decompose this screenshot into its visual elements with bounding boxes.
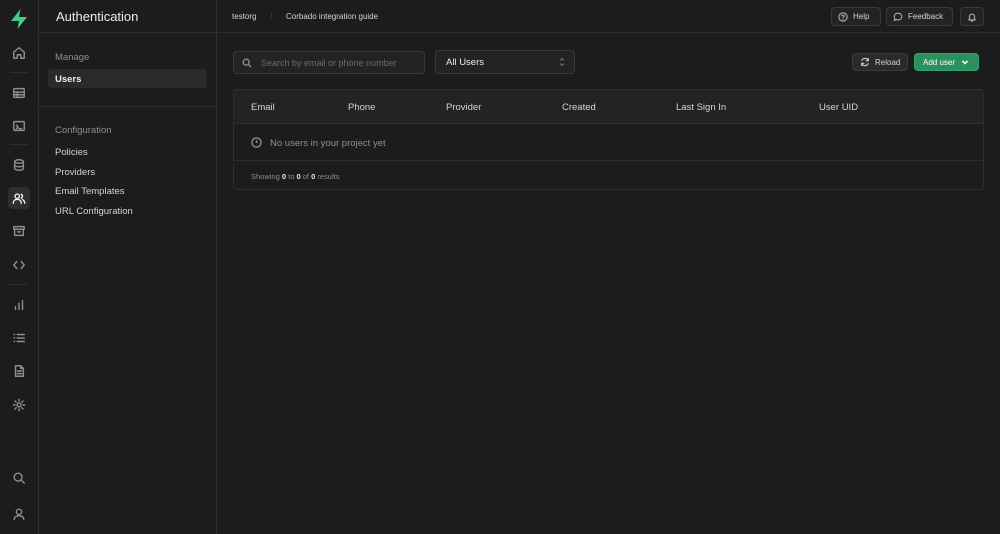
column-header-created: Created (562, 102, 596, 113)
user-filter-select[interactable]: All Users (435, 50, 575, 74)
message-icon (893, 12, 903, 21)
api-docs-icon[interactable] (8, 360, 30, 382)
column-header-phone: Phone (348, 102, 376, 113)
rail-divider (10, 284, 28, 285)
pagination-summary: Showing 0 to 0 of 0 results (251, 172, 339, 181)
feedback-label: Feedback (908, 12, 944, 21)
bell-icon (968, 12, 976, 22)
table-header: Email Phone Provider Created Last Sign I… (234, 90, 983, 124)
menu-item-providers[interactable]: Providers (55, 167, 95, 178)
menu-section-manage: Manage (55, 52, 90, 63)
menu-item-url-configuration[interactable]: URL Configuration (55, 206, 133, 217)
pagination-prefix: Showing (251, 172, 280, 181)
pagination-total: 0 (311, 172, 316, 181)
menu-item-policies[interactable]: Policies (55, 147, 88, 158)
pagination-suffix: results (317, 172, 340, 181)
add-user-label: Add user (923, 57, 956, 67)
chevron-down-icon (961, 60, 969, 65)
user-icon[interactable] (8, 503, 30, 525)
reload-button[interactable]: Reload (852, 53, 908, 71)
database-icon[interactable] (8, 154, 30, 176)
table-editor-icon[interactable] (8, 82, 30, 104)
icon-rail (0, 0, 39, 534)
add-user-button[interactable]: Add user (914, 53, 979, 71)
home-icon[interactable] (8, 42, 30, 64)
top-bar: testorg / Corbado integration guide Help… (217, 0, 1000, 33)
product-menu: Authentication Manage Users Configuratio… (39, 0, 217, 534)
refresh-icon (861, 57, 869, 67)
breadcrumb-separator: / (270, 11, 273, 21)
help-icon (838, 11, 848, 22)
column-header-provider: Provider (446, 102, 482, 113)
breadcrumb-org[interactable]: testorg (232, 12, 256, 21)
edge-functions-icon[interactable] (8, 254, 30, 276)
column-header-user-uid: User UID (819, 102, 859, 113)
chevron-up-down-icon (559, 57, 565, 67)
pagination-to-word: to (288, 172, 295, 181)
column-header-last-sign-in: Last Sign In (676, 102, 727, 113)
supabase-logo[interactable] (9, 8, 29, 30)
search-icon (242, 58, 252, 68)
reports-icon[interactable] (8, 294, 30, 316)
menu-divider (39, 106, 217, 107)
info-icon (251, 137, 262, 148)
notifications-button[interactable] (960, 7, 984, 26)
feedback-button[interactable]: Feedback (886, 7, 953, 26)
logs-icon[interactable] (8, 327, 30, 349)
pagination-from: 0 (281, 172, 287, 181)
storage-icon[interactable] (8, 220, 30, 242)
menu-section-configuration: Configuration (55, 125, 112, 136)
menu-item-email-templates[interactable]: Email Templates (55, 186, 125, 197)
help-label: Help (853, 12, 870, 21)
authentication-icon[interactable] (8, 187, 30, 209)
rail-divider (10, 144, 28, 145)
help-button[interactable]: Help (831, 7, 881, 26)
pagination-to: 0 (296, 172, 301, 181)
search-box[interactable] (233, 51, 425, 74)
column-header-email: Email (251, 102, 275, 113)
empty-state-message: No users in your project yet (270, 138, 386, 149)
rail-divider (10, 72, 28, 73)
menu-item-users[interactable]: Users (55, 74, 81, 85)
search-icon[interactable] (8, 467, 30, 489)
user-filter-value: All Users (446, 57, 485, 68)
breadcrumb-project[interactable]: Corbado integration guide (286, 12, 378, 21)
search-input[interactable] (261, 55, 421, 71)
empty-state-row: No users in your project yet (234, 124, 983, 161)
settings-icon[interactable] (8, 394, 30, 416)
reload-label: Reload (875, 57, 901, 67)
sql-editor-icon[interactable] (8, 115, 30, 137)
menu-title: Authentication (39, 0, 216, 33)
users-table: Email Phone Provider Created Last Sign I… (233, 89, 984, 190)
pagination-of-word: of (302, 172, 310, 181)
